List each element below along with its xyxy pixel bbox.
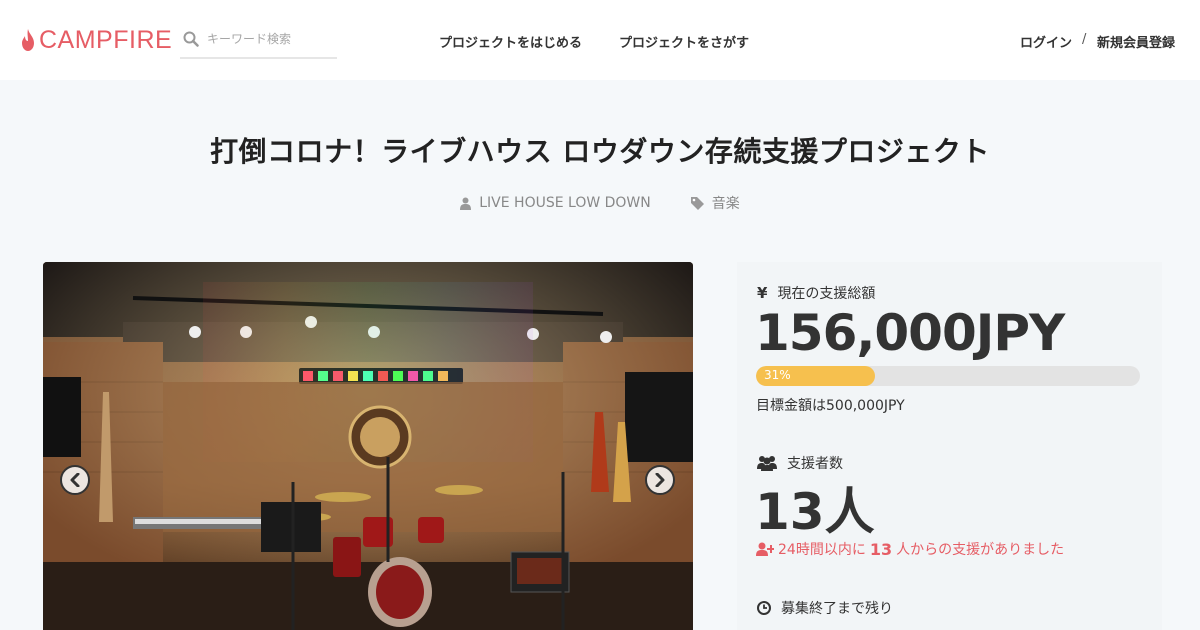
- nav-start-project[interactable]: プロジェクトをはじめる: [439, 32, 582, 51]
- carousel-next-button[interactable]: [645, 465, 675, 495]
- signup-link[interactable]: 新規会員登録: [1097, 32, 1175, 51]
- chevron-left-icon: [70, 473, 80, 487]
- live-house-stage-photo: [43, 262, 693, 630]
- owner-name: LIVE HOUSE LOW DOWN: [479, 195, 651, 211]
- carousel-prev-button[interactable]: [60, 465, 90, 495]
- project-category[interactable]: 音楽: [690, 193, 740, 213]
- category-name: 音楽: [711, 196, 740, 212]
- search-icon[interactable]: [183, 31, 199, 47]
- total-funding-amount: 156,000JPY: [755, 304, 1065, 362]
- goal-amount: 目標金額は500,000JPY: [756, 398, 905, 414]
- project-title: 打倒コロナ！ライブハウス ロウダウン存続支援プロジェクト: [210, 135, 990, 168]
- remaining-label-text: 募集終了まで残り: [781, 601, 893, 617]
- yen-icon: ¥: [757, 284, 768, 302]
- remaining-label: 募集終了まで残り: [757, 598, 893, 618]
- recent-suffix: 人からの支援がありました: [896, 542, 1065, 558]
- backers-label-text: 支援者数: [787, 456, 843, 472]
- tag-icon: [690, 196, 704, 210]
- total-funding-label-text: 現在の支援総額: [777, 286, 876, 302]
- total-funding-label: ¥ 現在の支援総額: [757, 283, 875, 303]
- backers-label: 支援者数: [757, 453, 843, 473]
- flame-icon: [22, 29, 34, 51]
- nav-find-project[interactable]: プロジェクトをさがす: [619, 32, 749, 51]
- project-meta: LIVE HOUSE LOW DOWN 音楽: [0, 193, 1200, 213]
- nav-separator: /: [1082, 32, 1087, 47]
- funding-progress-bar: 31%: [756, 366, 1140, 386]
- progress-percent: 31%: [764, 368, 791, 382]
- project-image-carousel: [43, 262, 693, 630]
- clock-icon: [757, 601, 771, 615]
- site-header: CAMPFIRE プロジェクトをはじめる プロジェクトをさがす ログイン / 新…: [0, 0, 1200, 80]
- campfire-logo[interactable]: CAMPFIRE: [20, 26, 172, 54]
- chevron-right-icon: [655, 473, 665, 487]
- user-icon: [460, 197, 472, 210]
- funding-stats-panel: ¥ 現在の支援総額 156,000JPY 31% 目標金額は500,000JPY…: [737, 262, 1162, 630]
- project-owner[interactable]: LIVE HOUSE LOW DOWN: [460, 193, 651, 213]
- recent-backers-notice: 24時間以内に 13 人からの支援がありました: [756, 539, 1064, 559]
- logo-text: CAMPFIRE: [39, 26, 173, 54]
- user-plus-icon: [756, 542, 774, 556]
- recent-count: 13: [869, 539, 893, 559]
- recent-prefix: 24時間以内に: [778, 542, 866, 558]
- search-box: [180, 27, 337, 59]
- users-icon: [757, 456, 777, 471]
- login-link[interactable]: ログイン: [1020, 32, 1072, 51]
- backers-count: 13人: [755, 483, 875, 541]
- search-input[interactable]: [207, 27, 327, 51]
